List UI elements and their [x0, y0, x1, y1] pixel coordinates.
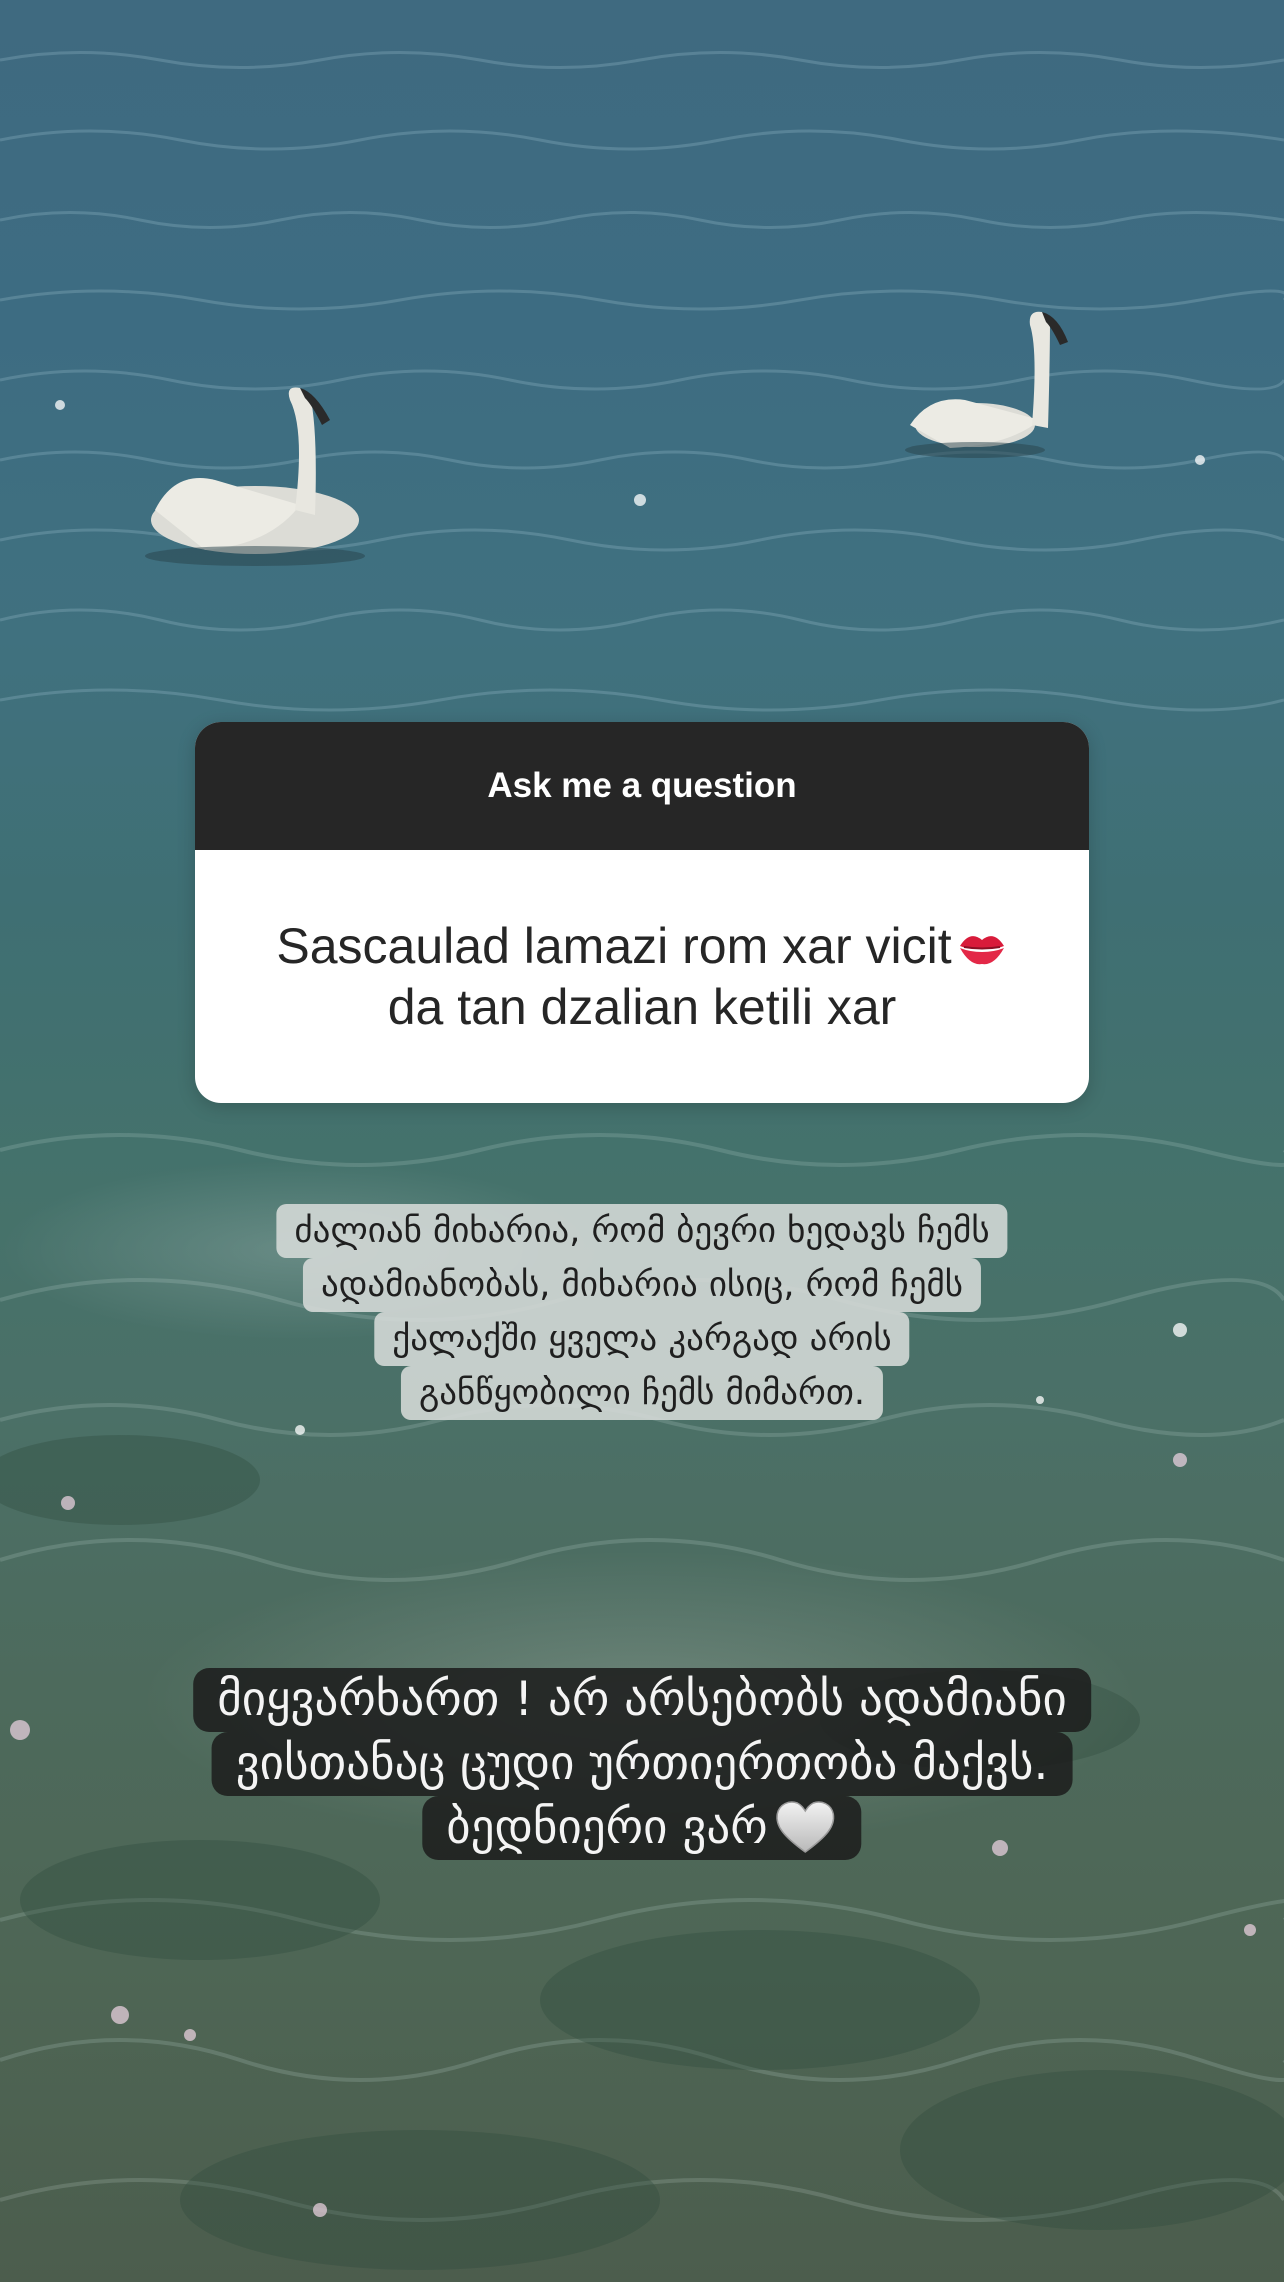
answer-2-line: ვისთანაც ცუდი ურთიერთობა მაქვს.	[211, 1732, 1073, 1796]
question-text: Sascaulad lamazi rom xar vicit	[276, 917, 952, 974]
swan-left	[145, 387, 365, 566]
story-background-photo	[0, 0, 1284, 2282]
lake-water-texture	[0, 51, 1284, 2270]
white-heart-icon	[774, 1798, 838, 1856]
question-sticker-header: Ask me a question	[195, 722, 1089, 850]
question-sticker[interactable]: Ask me a question Sascaulad lamazi rom x…	[195, 722, 1089, 1103]
answer-2-line: მიყვარხართ ! არ არსებობს ადამიანი	[193, 1668, 1091, 1732]
answer-2-line-with-heart: ბედნიერი ვარ	[422, 1796, 862, 1860]
question-text-line-2: da tan dzalian ketili xar	[387, 978, 897, 1035]
question-text-line-1: Sascaulad lamazi rom xar vicit	[276, 916, 1007, 977]
answer-1-line: ადამიანობას, მიხარია ისიც, რომ ჩემს	[302, 1258, 982, 1312]
question-sticker-body: Sascaulad lamazi rom xar vicit da tan dz…	[195, 850, 1089, 1103]
answer-1-line: ქალაქში ყველა კარგად არის	[374, 1312, 910, 1366]
answer-2-line: ბედნიერი ვარ	[446, 1800, 768, 1855]
answer-1-line: ძალიან მიხარია, რომ ბევრი ხედავს ჩემს	[276, 1204, 1008, 1258]
kiss-mark-icon	[956, 923, 1008, 967]
answer-1-line: განწყობილი ჩემს მიმართ.	[400, 1366, 884, 1420]
question-sticker-title: Ask me a question	[487, 766, 797, 805]
